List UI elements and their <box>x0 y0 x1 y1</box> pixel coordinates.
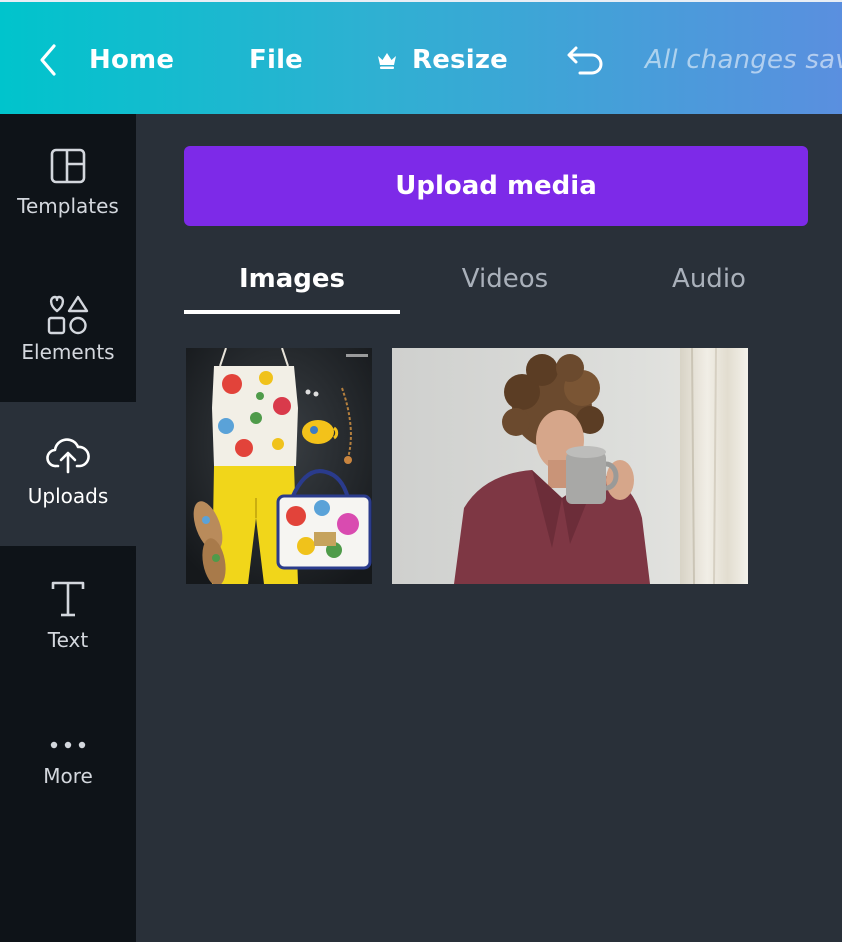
tab-videos[interactable]: Videos <box>400 244 610 314</box>
shapes-icon <box>47 295 89 335</box>
outfit-photo <box>186 348 372 584</box>
chevron-left-icon[interactable] <box>36 42 60 78</box>
top-bar: Home File Resize All changes sav <box>0 0 842 114</box>
sidebar-item-label: More <box>43 764 93 788</box>
sidebar-item-templates[interactable]: Templates <box>0 114 136 258</box>
sidebar-item-elements[interactable]: Elements <box>0 258 136 402</box>
cloud-upload-icon <box>46 438 90 474</box>
tab-images[interactable]: Images <box>184 244 400 314</box>
undo-icon[interactable] <box>566 42 606 76</box>
media-type-tabs: Images Videos Audio <box>184 244 808 316</box>
sidebar-item-label: Text <box>47 628 89 652</box>
active-tab-indicator <box>184 310 400 314</box>
sidebar-item-label: Uploads <box>27 484 109 508</box>
tab-audio[interactable]: Audio <box>610 244 808 314</box>
text-icon <box>51 581 85 617</box>
home-button[interactable]: Home <box>89 40 174 80</box>
woman-mug-photo <box>392 348 748 584</box>
sidebar: Templates Elements Uploads Text More <box>0 114 136 942</box>
templates-icon <box>50 148 86 184</box>
uploaded-image-thumbnail[interactable] <box>186 348 372 584</box>
sidebar-item-more[interactable]: More <box>0 690 136 834</box>
upload-media-button[interactable]: Upload media <box>184 146 808 226</box>
sidebar-item-text[interactable]: Text <box>0 546 136 690</box>
resize-label: Resize <box>412 45 509 75</box>
uploaded-image-thumbnail[interactable] <box>392 348 748 584</box>
file-menu-button[interactable]: File <box>249 40 303 80</box>
resize-button[interactable]: Resize <box>376 40 508 80</box>
sidebar-item-uploads[interactable]: Uploads <box>0 402 136 546</box>
crown-icon <box>378 53 396 69</box>
sidebar-item-label: Elements <box>21 340 115 364</box>
sidebar-item-label: Templates <box>17 194 119 218</box>
save-status-text: All changes sav <box>645 45 842 75</box>
more-dots-icon <box>50 741 86 749</box>
